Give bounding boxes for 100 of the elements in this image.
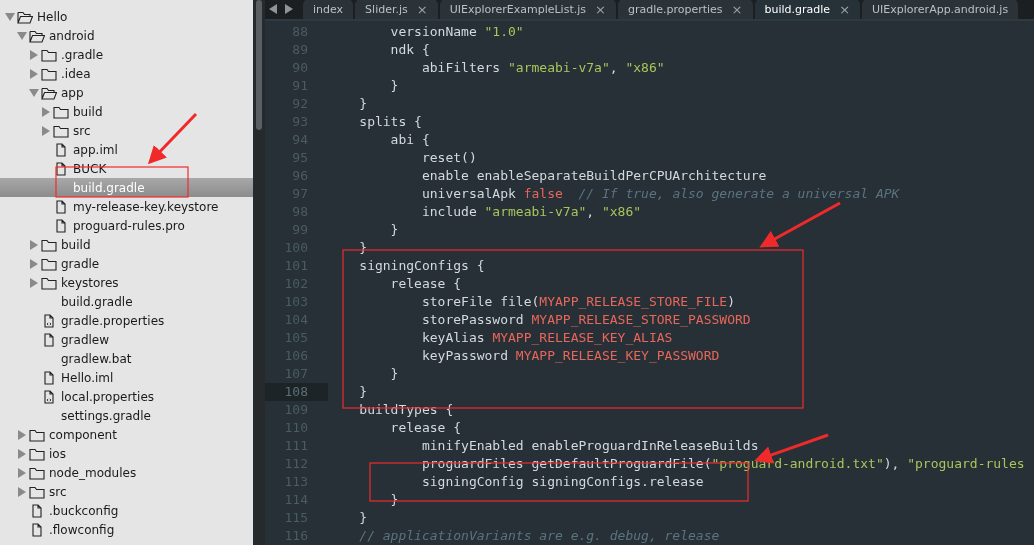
tree-item[interactable]: ios — [0, 444, 253, 463]
tree-item[interactable]: .flowconfig — [0, 520, 253, 539]
left-arrow-icon[interactable] — [269, 4, 278, 14]
config-file-icon — [41, 389, 57, 404]
code-line: abiFilters "armeabi-v7a", "x86" — [420, 59, 665, 77]
code-line: include "armeabi-v7a", "x86" — [420, 203, 642, 221]
code-line: reset() — [420, 149, 477, 167]
caret-icon — [17, 30, 27, 41]
tree-item[interactable]: .idea — [0, 64, 253, 83]
folder-icon — [41, 66, 57, 81]
tree-item[interactable]: Hello.iml — [0, 368, 253, 387]
file-icon — [41, 332, 57, 347]
folder-icon — [53, 123, 69, 138]
code-line: } — [358, 95, 368, 113]
file-icon — [29, 503, 45, 518]
folder-icon — [53, 104, 69, 119]
folder-icon — [29, 427, 45, 442]
folder-icon — [41, 237, 57, 252]
tree-item[interactable]: node_modules — [0, 463, 253, 482]
tree-item[interactable]: Hello — [0, 7, 253, 26]
item-label: proguard-rules.pro — [73, 217, 185, 234]
close-button[interactable]: × — [731, 1, 743, 17]
item-label: gradle.properties — [61, 312, 165, 329]
caret-icon — [29, 87, 39, 98]
tree-item[interactable]: gradle.properties — [0, 311, 253, 330]
item-label: .buckconfig — [49, 502, 119, 519]
item-label: component — [49, 426, 117, 443]
tree-item[interactable]: .gradle — [0, 45, 253, 64]
caret-icon — [17, 467, 27, 478]
code-line: // applicationVariants are e.g. debug, release — [358, 527, 720, 545]
tree-item[interactable]: gradlew — [0, 330, 253, 349]
code-line: ndk { — [389, 41, 430, 59]
item-label: keystores — [61, 274, 119, 291]
caret-icon — [29, 49, 39, 60]
tree-item[interactable]: component — [0, 425, 253, 444]
tree-item[interactable]: app — [0, 83, 253, 102]
code-line: minifyEnabled enableProguardInReleaseBuilds — [420, 437, 759, 455]
close-button[interactable]: × — [595, 1, 606, 17]
tree-item[interactable]: my-release-key.keystore — [0, 197, 253, 216]
tree-item[interactable]: build — [0, 235, 253, 254]
tree-item[interactable]: local.properties — [0, 387, 253, 406]
code-line: storeFile file(MYAPP_RELEASE_STORE_FILE) — [420, 293, 735, 311]
tree-item[interactable]: keystores — [0, 273, 253, 292]
tree-item[interactable]: gradlew.bat — [0, 349, 253, 368]
code-line: } — [389, 221, 399, 239]
close-button[interactable]: × — [839, 1, 851, 17]
tree-item[interactable]: settings.gradle — [0, 406, 253, 425]
caret-icon — [17, 429, 27, 440]
item-label: .gradle — [61, 46, 104, 63]
arrow — [147, 112, 198, 165]
open-folder-icon — [17, 9, 33, 24]
code-line: } — [358, 383, 368, 401]
folder-icon — [29, 484, 45, 499]
editor-tab[interactable]: gradle.properties × — [617, 0, 753, 19]
scrollbar-thumb[interactable] — [256, 0, 262, 130]
item-label: src — [49, 483, 67, 500]
editor-tab[interactable]: Slider.js × — [355, 0, 438, 19]
close-button[interactable]: × — [416, 1, 428, 17]
tree-item[interactable]: android — [0, 26, 253, 45]
tree-item[interactable]: src — [0, 121, 253, 140]
item-label: node_modules — [49, 464, 137, 481]
editor-tab[interactable]: index — [303, 0, 354, 19]
item-label: build.gradle — [73, 179, 145, 196]
code-line: } — [389, 365, 399, 383]
tree-item[interactable]: proguard-rules.pro — [0, 216, 253, 235]
code-line: abi { — [389, 131, 430, 149]
tree-item[interactable]: build.gradle — [0, 292, 253, 311]
editor-tab[interactable]: build.gradle × — [754, 0, 861, 19]
item-label: .flowconfig — [49, 521, 115, 538]
item-label: gradle — [61, 255, 100, 272]
item-label: src — [73, 122, 91, 139]
tree-item[interactable]: src — [0, 482, 253, 501]
file-icon — [53, 142, 69, 157]
tree-item[interactable]: app.iml — [0, 140, 253, 159]
editor-tab[interactable]: UIExplorerApp.android.js — [862, 0, 1019, 19]
item-label: Hello.iml — [61, 369, 114, 386]
editor-tab[interactable]: UIExplorerExampleList.js × — [439, 0, 616, 19]
code-line: release { — [389, 275, 462, 293]
tree-item[interactable]: gradle — [0, 254, 253, 273]
caret-icon — [17, 486, 27, 497]
caret-icon — [29, 277, 39, 288]
folder-icon — [41, 275, 57, 290]
file-icon — [29, 522, 45, 537]
item-label: build.gradle — [61, 293, 133, 310]
code-line: universalApk false // If true, also generate a universal APK — [420, 185, 900, 203]
code-line: keyPassword MYAPP_RELEASE_KEY_PASSWORD — [420, 347, 720, 365]
tree-item[interactable]: .buckconfig — [0, 501, 253, 520]
item-label: my-release-key.keystore — [73, 198, 219, 215]
code-line: } — [358, 509, 368, 527]
code-line: } — [389, 77, 399, 95]
item-label: gradlew — [61, 331, 110, 348]
item-label: settings.gradle — [61, 407, 151, 424]
item-label: gradlew.bat — [61, 350, 132, 367]
item-label: android — [49, 27, 95, 44]
item-label: Hello — [37, 8, 68, 25]
tree-item[interactable]: build — [0, 102, 253, 121]
code-line: keyAlias MYAPP_RELEASE_KEY_ALIAS — [420, 329, 673, 347]
right-arrow-icon[interactable] — [284, 4, 293, 14]
caret-icon — [29, 239, 39, 250]
caret-icon — [17, 448, 27, 459]
